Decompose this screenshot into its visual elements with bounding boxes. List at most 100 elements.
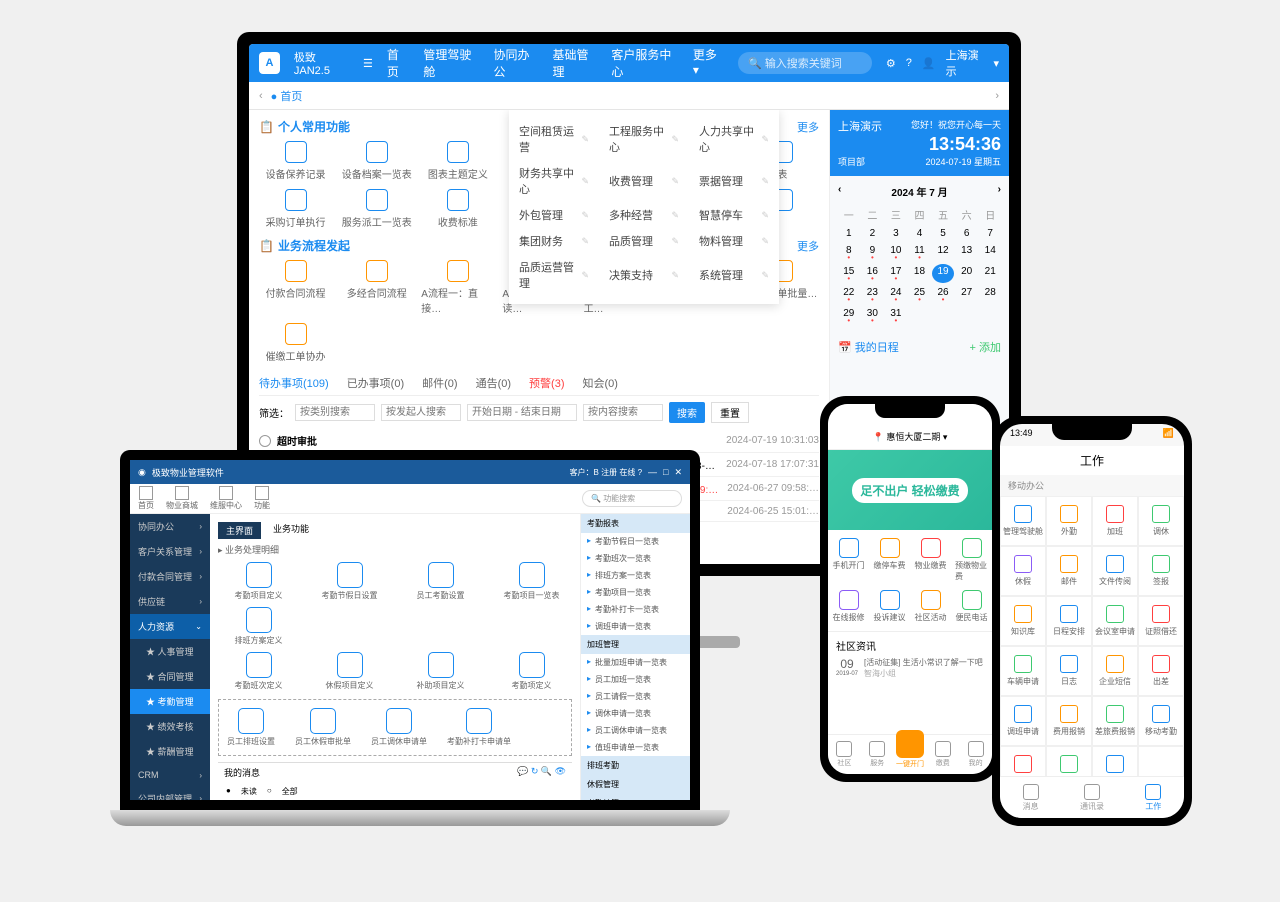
support-icon[interactable]: ⚙ bbox=[886, 57, 896, 70]
cal-next-icon[interactable]: › bbox=[998, 184, 1001, 199]
dropdown-item[interactable]: 集团财务✎ bbox=[509, 228, 599, 254]
work-app[interactable]: 知识库 bbox=[1000, 596, 1046, 646]
calendar-day[interactable]: 29 bbox=[838, 306, 860, 325]
biz-flow-item[interactable]: 付款合同流程 bbox=[259, 260, 332, 315]
function-item[interactable]: 采购订单执行 bbox=[259, 189, 332, 229]
panel-item[interactable]: 排班方案一览表 bbox=[581, 567, 690, 584]
tab-next-icon[interactable]: › bbox=[995, 90, 999, 102]
panel-item[interactable]: 调休申请一览表 bbox=[581, 705, 690, 722]
toolbar-item[interactable]: 首页 bbox=[138, 486, 154, 511]
tab-item[interactable]: 我的 bbox=[959, 735, 992, 774]
add-schedule-button[interactable]: + 添加 bbox=[970, 339, 1001, 355]
flow-node[interactable]: 员工调休申请单 bbox=[371, 708, 427, 747]
panel-item[interactable]: 考勤补打卡一览表 bbox=[581, 601, 690, 618]
banner[interactable]: 足不出户 轻松缴费 bbox=[828, 450, 992, 530]
cal-prev-icon[interactable]: ‹ bbox=[838, 184, 841, 199]
calendar-day[interactable]: 26 bbox=[932, 285, 954, 304]
app-shortcut[interactable]: 缴停车费 bbox=[873, 538, 906, 582]
flow-node[interactable]: 考勤节假日设置 bbox=[309, 562, 390, 601]
toolbar-item[interactable]: 功能 bbox=[254, 486, 270, 511]
biz-flow-item[interactable]: 多经合同流程 bbox=[340, 260, 413, 315]
panel-header[interactable]: 考勤报表 bbox=[581, 514, 690, 533]
laptop-search[interactable]: 🔍 功能搜索 bbox=[582, 490, 682, 507]
calendar-day[interactable]: 7 bbox=[979, 226, 1001, 241]
dropdown-item[interactable]: 物料管理✎ bbox=[689, 228, 779, 254]
tab-item[interactable]: 服务 bbox=[861, 735, 894, 774]
function-item[interactable]: 设备保养记录 bbox=[259, 141, 332, 181]
function-item[interactable]: 服务派工一览表 bbox=[340, 189, 413, 229]
dropdown-item[interactable]: 决策支持✎ bbox=[599, 254, 689, 296]
panel-item[interactable]: 考勤班次一览表 bbox=[581, 550, 690, 567]
flow-node[interactable]: 补助项目定义 bbox=[400, 652, 481, 691]
calendar-day[interactable]: 14 bbox=[979, 243, 1001, 262]
calendar-day[interactable]: 17 bbox=[885, 264, 907, 283]
hamburger-icon[interactable]: ☰ bbox=[363, 57, 373, 70]
calendar-day[interactable]: 19 bbox=[932, 264, 954, 283]
calendar-day[interactable]: 28 bbox=[979, 285, 1001, 304]
task-tab[interactable]: 知会(0) bbox=[583, 375, 618, 391]
calendar-day[interactable]: 31 bbox=[885, 306, 907, 325]
flow-node[interactable]: 休假项目定义 bbox=[309, 652, 390, 691]
dropdown-item[interactable]: 票据管理✎ bbox=[689, 160, 779, 202]
panel-item[interactable]: 考勤项目一览表 bbox=[581, 584, 690, 601]
nav-home[interactable]: 首页 bbox=[387, 46, 409, 80]
toolbar-item[interactable]: 维服中心 bbox=[210, 486, 242, 511]
calendar-day[interactable]: 21 bbox=[979, 264, 1001, 283]
panel-item[interactable]: 批量加班申请一览表 bbox=[581, 654, 690, 671]
panel-item[interactable]: 员工调休申请一览表 bbox=[581, 722, 690, 739]
sidebar-item[interactable]: ★ 合同管理 bbox=[130, 664, 210, 689]
calendar-day[interactable]: 5 bbox=[932, 226, 954, 241]
work-app[interactable]: 日程安排 bbox=[1046, 596, 1092, 646]
dropdown-item[interactable]: 品质运营管理✎ bbox=[509, 254, 599, 296]
search-input[interactable]: 🔍 输入搜索关键词 bbox=[738, 52, 872, 74]
task-tab[interactable]: 预警(3) bbox=[529, 375, 564, 391]
function-item[interactable]: 收费标准 bbox=[421, 189, 494, 229]
calendar-day[interactable]: 12 bbox=[932, 243, 954, 262]
user-avatar-icon[interactable]: 👤 bbox=[922, 57, 936, 70]
panel-header[interactable]: 加班管理 bbox=[581, 635, 690, 654]
sidebar-item[interactable]: ★ 人事管理 bbox=[130, 639, 210, 664]
dropdown-item[interactable]: 人力共享中心✎ bbox=[689, 118, 779, 160]
calendar-day[interactable]: 11 bbox=[909, 243, 931, 262]
task-tab[interactable]: 已办事项(0) bbox=[347, 375, 404, 391]
tab-home[interactable]: ● 首页 bbox=[271, 88, 303, 104]
app-shortcut[interactable]: 手机开门 bbox=[832, 538, 865, 582]
more-link[interactable]: 更多 bbox=[797, 238, 819, 254]
dropdown-item[interactable]: 多种经营✎ bbox=[599, 202, 689, 228]
flow-node[interactable]: 员工考勤设置 bbox=[400, 562, 481, 601]
app-shortcut[interactable]: 投诉建议 bbox=[873, 590, 906, 623]
maximize-icon[interactable]: □ bbox=[663, 467, 668, 477]
dropdown-item[interactable]: 品质管理✎ bbox=[599, 228, 689, 254]
filter-category[interactable] bbox=[295, 404, 375, 421]
work-app[interactable]: 加班 bbox=[1092, 496, 1138, 546]
work-app[interactable]: 移动考勤 bbox=[1138, 696, 1184, 746]
calendar-day[interactable]: 24 bbox=[885, 285, 907, 304]
work-app[interactable]: 证照借还 bbox=[1138, 596, 1184, 646]
calendar-day[interactable]: 6 bbox=[956, 226, 978, 241]
work-app[interactable]: 企业短信 bbox=[1092, 646, 1138, 696]
toolbar-item[interactable]: 物业商城 bbox=[166, 486, 198, 511]
work-app[interactable]: 会议室申请 bbox=[1092, 596, 1138, 646]
biz-flow-item[interactable]: 催缴工单协办 bbox=[259, 323, 332, 363]
tab-item[interactable]: 消息 bbox=[1000, 777, 1061, 818]
work-app[interactable]: 调班申请 bbox=[1000, 696, 1046, 746]
flow-node[interactable]: 考勤班次定义 bbox=[218, 652, 299, 691]
news-item[interactable]: 09 2019-07 [活动征集] 生活小常识了解一下吧 智海小组 bbox=[836, 657, 984, 679]
function-item[interactable]: 设备档案一览表 bbox=[340, 141, 413, 181]
sidebar-item[interactable]: 人力资源⌄ bbox=[130, 614, 210, 639]
tab-item[interactable]: 社区 bbox=[828, 735, 861, 774]
task-tab[interactable]: 通告(0) bbox=[476, 375, 511, 391]
app-shortcut[interactable]: 便民电话 bbox=[955, 590, 988, 623]
search-button[interactable]: 搜索 bbox=[669, 402, 705, 423]
sidebar-item[interactable]: 协同办公› bbox=[130, 514, 210, 539]
sidebar-item[interactable]: ★ 薪酬管理 bbox=[130, 739, 210, 764]
flow-node[interactable]: 员工休假审批单 bbox=[295, 708, 351, 747]
calendar-day[interactable]: 4 bbox=[909, 226, 931, 241]
msg-icons[interactable]: 💬 ↻ 🔍 👁 bbox=[517, 766, 566, 779]
calendar-day[interactable]: 3 bbox=[885, 226, 907, 241]
dropdown-item[interactable]: 收费管理✎ bbox=[599, 160, 689, 202]
app-shortcut[interactable]: 物业缴费 bbox=[914, 538, 947, 582]
work-app[interactable]: 签报 bbox=[1138, 546, 1184, 596]
calendar-day[interactable]: 9 bbox=[862, 243, 884, 262]
app-shortcut[interactable]: 社区活动 bbox=[914, 590, 947, 623]
